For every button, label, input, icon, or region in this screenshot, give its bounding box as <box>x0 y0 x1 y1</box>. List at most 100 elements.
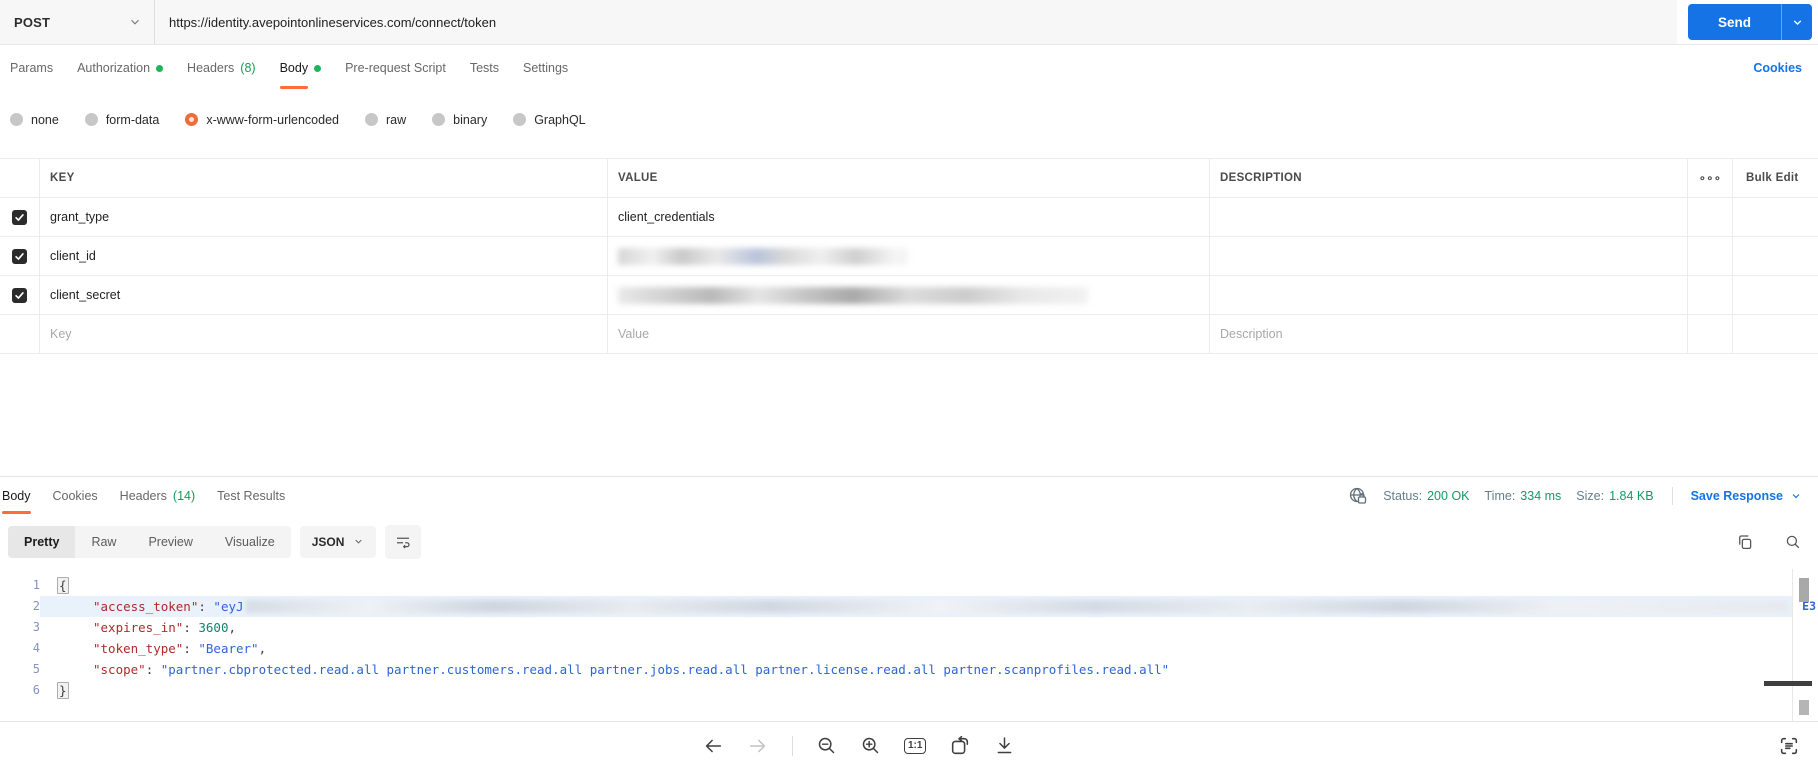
response-footer-toolbar: 1:1 <box>0 722 1818 769</box>
network-globe-lock-icon[interactable] <box>1348 486 1368 506</box>
response-tab-cookies[interactable]: Cookies <box>53 487 98 505</box>
size-badge: Size: 1.84 KB <box>1576 489 1653 503</box>
code-token: , <box>258 641 267 656</box>
response-tab-body[interactable]: Body <box>2 487 31 514</box>
radio-label: form-data <box>105 112 160 127</box>
view-tab-pretty[interactable]: Pretty <box>8 525 76 558</box>
response-tabs: Body Cookies Headers (14) Test Results <box>2 487 285 514</box>
size-label: Size: <box>1576 488 1605 503</box>
key-cell[interactable]: client_id <box>40 237 608 275</box>
row-trailing-cell <box>1733 276 1818 314</box>
response-tab-headers[interactable]: Headers (14) <box>120 487 195 505</box>
presets-menu-icon[interactable]: ∘∘∘ <box>1688 159 1733 197</box>
body-type-x-www-form-urlencoded[interactable]: x-www-form-urlencoded <box>185 113 339 127</box>
radio-label: binary <box>453 112 488 127</box>
body-type-binary[interactable]: binary <box>432 113 487 127</box>
download-icon[interactable] <box>994 735 1015 756</box>
bulk-edit-button[interactable]: Bulk Edit <box>1733 159 1818 197</box>
code-line: 2 "access_token": "eyJ E3 <box>0 596 1818 617</box>
description-input[interactable]: Description <box>1210 315 1688 353</box>
description-cell[interactable] <box>1210 237 1688 275</box>
wrap-lines-button[interactable] <box>385 524 422 559</box>
body-type-raw[interactable]: raw <box>365 113 406 127</box>
forward-arrow-icon[interactable] <box>747 735 769 757</box>
zoom-in-icon[interactable] <box>860 735 881 756</box>
kv-row: client_secret <box>0 276 1818 315</box>
redacted-value <box>618 247 908 265</box>
scan-text-icon[interactable] <box>1778 735 1800 757</box>
key-input[interactable]: Key <box>40 315 608 353</box>
body-type-none[interactable]: none <box>10 113 59 127</box>
code-token: "eyJ <box>213 599 244 614</box>
radio-label: raw <box>386 112 407 127</box>
body-type-form-data[interactable]: form-data <box>84 112 160 127</box>
vertical-scrollbar-thumb[interactable] <box>1799 578 1809 602</box>
key-cell[interactable]: grant_type <box>40 198 608 236</box>
request-tab-body[interactable]: Body <box>279 59 322 89</box>
request-tab-settings[interactable]: Settings <box>523 59 568 77</box>
send-button[interactable]: Send <box>1688 4 1812 40</box>
rotate-icon[interactable] <box>949 735 971 757</box>
description-cell[interactable] <box>1210 276 1688 314</box>
code-token: : <box>183 641 199 656</box>
save-response-button[interactable]: Save Response <box>1691 489 1802 503</box>
view-tab-raw[interactable]: Raw <box>75 526 132 558</box>
language-selector[interactable]: JSON <box>299 525 377 558</box>
send-options-chevron-icon[interactable] <box>1782 16 1812 29</box>
zoom-out-icon[interactable] <box>816 735 837 756</box>
horizontal-scrollbar-thumb[interactable] <box>1764 681 1812 686</box>
toolbar-divider <box>792 735 793 756</box>
back-arrow-icon[interactable] <box>702 735 724 757</box>
code-content: "scope": "partner.cbprotected.read.all p… <box>40 659 1793 680</box>
code-line: 3 "expires_in": 3600, <box>0 617 1818 638</box>
description-column-header: DESCRIPTION <box>1210 159 1688 197</box>
checkbox[interactable] <box>12 287 27 303</box>
json-code: 1{2 "access_token": "eyJ E3 3 "expires_in": … <box>0 569 1818 701</box>
code-token: 3600 <box>198 620 229 635</box>
tab-label: Headers <box>119 488 167 503</box>
request-tab-authorization[interactable]: Authorization <box>77 59 164 77</box>
checkbox[interactable] <box>12 209 27 225</box>
method-selector[interactable]: POST <box>0 0 155 44</box>
view-tab-preview[interactable]: Preview <box>132 526 208 558</box>
code-token: : <box>183 620 199 635</box>
view-tab-visualize[interactable]: Visualize <box>209 526 291 558</box>
value-cell[interactable] <box>608 237 1210 275</box>
redacted-value <box>618 286 1088 304</box>
key-cell[interactable]: client_secret <box>40 276 608 314</box>
tab-label: Body <box>2 488 31 514</box>
value-input[interactable]: Value <box>608 315 1210 353</box>
checkbox[interactable] <box>12 248 27 264</box>
value-cell[interactable] <box>608 276 1210 314</box>
code-token: : <box>198 599 214 614</box>
copy-response-icon[interactable] <box>1736 533 1754 551</box>
code-content: } <box>40 680 1793 701</box>
cookies-link[interactable]: Cookies <box>1753 61 1802 75</box>
request-tab-pre-request-script[interactable]: Pre-request Script <box>345 59 446 77</box>
code-token: "expires_in" <box>93 620 184 635</box>
response-tab-test-results[interactable]: Test Results <box>217 487 285 505</box>
request-tab-tests[interactable]: Tests <box>470 59 499 77</box>
description-cell[interactable] <box>1210 198 1688 236</box>
tab-label: Settings <box>523 61 569 75</box>
search-response-icon[interactable] <box>1784 533 1802 551</box>
response-body-editor[interactable]: 1{2 "access_token": "eyJ E3 3 "expires_in": … <box>0 569 1818 722</box>
vertical-scrollbar-thumb-bottom[interactable] <box>1799 700 1809 715</box>
url-input[interactable]: https://identity.avepointonlineservices.… <box>155 0 1677 44</box>
response-view-toolbar: Pretty Raw Preview Visualize JSON <box>0 514 1818 569</box>
request-tab-params[interactable]: Params <box>10 59 53 77</box>
code-line: 5 "scope": "partner.cbprotected.read.all … <box>0 659 1818 680</box>
code-content: { <box>40 575 1793 596</box>
actual-size-button[interactable]: 1:1 <box>904 737 927 754</box>
row-trailing-cell <box>1733 237 1818 275</box>
code-token: "access_token" <box>93 599 199 614</box>
body-type-graphql[interactable]: GraphQL <box>513 113 586 127</box>
request-url-bar: POST https://identity.avepointonlineserv… <box>0 0 1818 45</box>
radio-icon <box>185 113 199 126</box>
request-tabs-row: Params Authorization Headers (8) Body Pre-req… <box>0 45 1818 91</box>
line-number: 2 <box>32 599 40 613</box>
radio-icon <box>84 113 98 126</box>
key-column-header: KEY <box>40 159 608 197</box>
value-cell[interactable]: client_credentials <box>608 198 1210 236</box>
request-tab-headers[interactable]: Headers (8) <box>187 59 256 77</box>
